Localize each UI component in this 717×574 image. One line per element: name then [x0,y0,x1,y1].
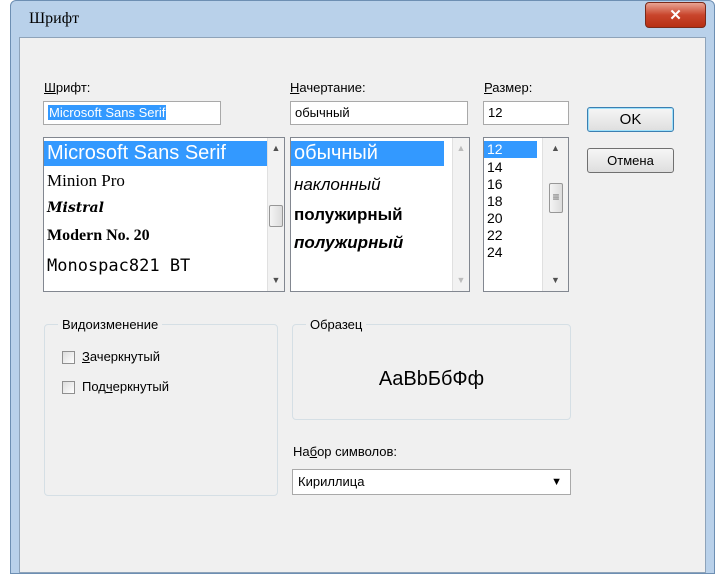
font-list-scrollbar[interactable]: ▲ ▼ [267,138,284,291]
grip-icon: ≡ [552,190,560,204]
style-list-item[interactable]: полужирный [291,205,403,225]
chevron-down-icon[interactable]: ▼ [551,476,562,488]
scroll-up-icon[interactable]: ▲ [453,140,469,157]
effects-group-title: Видоизменение [58,317,163,332]
size-list-item[interactable]: 14 [484,159,503,175]
charset-select-value: Кириллица [298,474,365,489]
size-input[interactable]: 12 [483,101,569,125]
size-list-scrollbar[interactable]: ▲ ≡ ▼ [542,138,568,291]
scroll-up-icon[interactable]: ▲ [543,140,568,157]
font-list-item[interactable]: Modern No. 20 [44,227,150,245]
style-list-scrollbar[interactable]: ▲ ▼ [452,138,469,291]
style-list-item[interactable]: обычный [291,141,444,166]
scroll-up-icon[interactable]: ▲ [268,140,284,157]
scroll-down-icon[interactable]: ▼ [268,272,284,289]
size-list-item[interactable]: 12 [484,141,537,158]
style-list-item[interactable]: наклонный [291,175,381,195]
font-list[interactable]: Microsoft Sans Serif Minion Pro Mistral … [43,137,285,292]
strikethrough-label[interactable]: Зачеркнутый [82,349,160,364]
scroll-down-icon[interactable]: ▼ [453,272,469,289]
font-list-item[interactable]: Microsoft Sans Serif [44,141,267,166]
font-label: Шрифт: [44,80,91,95]
underline-label[interactable]: Подчеркнутый [82,379,169,394]
style-label: Начертание: [290,80,366,95]
title-bar[interactable]: Шрифт ✕ [11,1,714,37]
effects-group [44,324,278,496]
sample-group-title: Образец [306,317,367,332]
font-dialog-window: Шрифт ✕ Шрифт: Microsoft Sans Serif Micr… [10,0,715,574]
style-list-item[interactable]: полужирный [291,233,403,253]
size-list-item[interactable]: 16 [484,176,503,192]
charset-label: Набор символов: [293,444,398,459]
size-label: Размер: [484,80,533,95]
dialog-title: Шрифт [29,10,80,27]
size-list-item[interactable]: 20 [484,210,503,226]
size-list-item[interactable]: 22 [484,227,503,243]
font-list-item[interactable]: Mistral [44,200,104,216]
sample-text: AaBbБбФф [378,368,485,390]
style-input[interactable]: обычный [290,101,468,125]
strikethrough-checkbox[interactable] [62,351,75,364]
dialog-client-area: Шрифт: Microsoft Sans Serif Microsoft Sa… [19,37,706,573]
close-button[interactable]: ✕ [645,2,706,28]
size-list-item[interactable]: 18 [484,193,503,209]
ok-button[interactable]: OK [587,107,674,132]
underline-checkbox[interactable] [62,381,75,394]
cancel-button[interactable]: Отмена [587,148,674,173]
font-list-item[interactable]: Monospac821 BT [44,256,190,276]
font-list-item[interactable]: Minion Pro [44,171,125,191]
close-icon: ✕ [669,7,682,24]
font-name-input-text: Microsoft Sans Serif [48,105,167,120]
scroll-thumb[interactable]: ≡ [549,183,563,213]
style-list[interactable]: обычный наклонный полужирный полужирный … [290,137,470,292]
size-list-item[interactable]: 24 [484,244,503,260]
font-name-input[interactable]: Microsoft Sans Serif [43,101,221,125]
scroll-down-icon[interactable]: ▼ [543,272,568,289]
size-list[interactable]: 12 14 16 18 20 22 24 ▲ ≡ ▼ [483,137,569,292]
scroll-thumb[interactable] [269,205,283,227]
charset-select[interactable]: Кириллица ▼ [292,469,571,495]
